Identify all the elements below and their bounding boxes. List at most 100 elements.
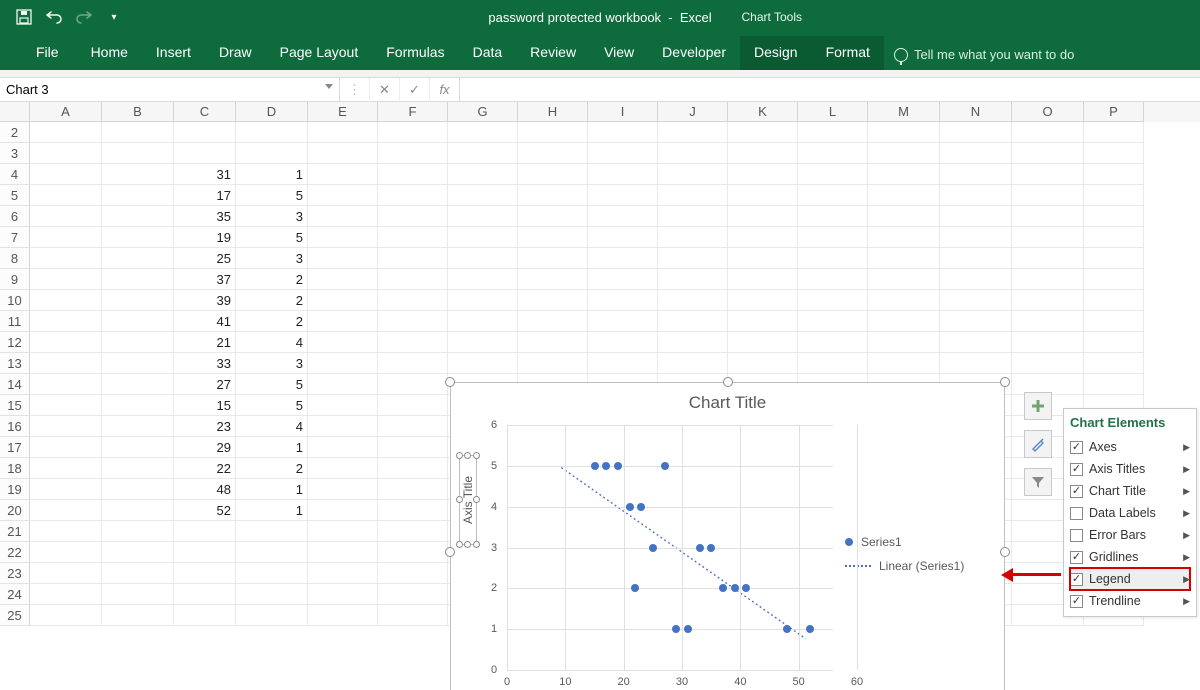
cell[interactable] — [1012, 353, 1084, 374]
cell[interactable] — [448, 206, 518, 227]
cell[interactable] — [174, 521, 236, 542]
cell[interactable] — [798, 332, 868, 353]
cell[interactable] — [236, 521, 308, 542]
cell[interactable] — [102, 332, 174, 353]
cell[interactable] — [658, 290, 728, 311]
cell[interactable] — [518, 206, 588, 227]
cell[interactable] — [940, 227, 1012, 248]
chart-filters-button[interactable] — [1024, 468, 1052, 496]
cell[interactable]: 29 — [174, 437, 236, 458]
cell[interactable] — [30, 479, 102, 500]
chart-elements-item[interactable]: Gridlines▶ — [1070, 546, 1190, 568]
cell[interactable] — [378, 290, 448, 311]
cell[interactable] — [236, 584, 308, 605]
column-header[interactable]: B — [102, 102, 174, 122]
cell[interactable] — [30, 374, 102, 395]
cell[interactable] — [30, 605, 102, 626]
column-header[interactable]: L — [798, 102, 868, 122]
cell[interactable] — [1012, 290, 1084, 311]
cell[interactable] — [868, 143, 940, 164]
cell[interactable] — [518, 332, 588, 353]
chart-elements-item[interactable]: Axis Titles▶ — [1070, 458, 1190, 480]
data-point[interactable] — [631, 584, 639, 592]
row-header[interactable]: 11 — [0, 311, 30, 332]
cell[interactable] — [728, 143, 798, 164]
checkbox[interactable] — [1070, 573, 1083, 586]
row-header[interactable]: 10 — [0, 290, 30, 311]
tab-home[interactable]: Home — [77, 36, 142, 70]
cell[interactable] — [728, 332, 798, 353]
column-header[interactable]: F — [378, 102, 448, 122]
checkbox[interactable] — [1070, 441, 1083, 454]
cell[interactable]: 48 — [174, 479, 236, 500]
submenu-arrow-icon[interactable]: ▶ — [1183, 552, 1190, 563]
cell[interactable] — [1084, 122, 1144, 143]
data-point[interactable] — [684, 625, 692, 633]
data-point[interactable] — [696, 544, 704, 552]
cell[interactable] — [798, 227, 868, 248]
cell[interactable] — [728, 227, 798, 248]
cell[interactable] — [308, 584, 378, 605]
cell[interactable] — [448, 227, 518, 248]
cell[interactable]: 1 — [236, 437, 308, 458]
column-header[interactable]: K — [728, 102, 798, 122]
row-header[interactable]: 25 — [0, 605, 30, 626]
cell[interactable] — [378, 542, 448, 563]
chart-title[interactable]: Chart Title — [451, 383, 1004, 417]
submenu-arrow-icon[interactable]: ▶ — [1183, 464, 1190, 475]
cell[interactable] — [378, 584, 448, 605]
cell[interactable] — [308, 353, 378, 374]
cell[interactable] — [308, 416, 378, 437]
row-header[interactable]: 23 — [0, 563, 30, 584]
cell[interactable]: 5 — [236, 227, 308, 248]
cell[interactable] — [378, 269, 448, 290]
more-options-icon[interactable]: ⋮ — [340, 78, 370, 102]
resize-handle[interactable] — [445, 377, 455, 387]
cell[interactable] — [868, 290, 940, 311]
cell[interactable] — [518, 290, 588, 311]
cell[interactable]: 3 — [236, 353, 308, 374]
cell[interactable] — [518, 227, 588, 248]
cell[interactable] — [518, 164, 588, 185]
cell[interactable] — [588, 206, 658, 227]
cell[interactable] — [448, 269, 518, 290]
column-header[interactable]: P — [1084, 102, 1144, 122]
cell[interactable] — [378, 143, 448, 164]
cell[interactable] — [518, 311, 588, 332]
cell[interactable] — [102, 584, 174, 605]
cell[interactable] — [30, 206, 102, 227]
cell[interactable] — [588, 164, 658, 185]
cell[interactable] — [308, 542, 378, 563]
cell[interactable]: 5 — [236, 395, 308, 416]
cell[interactable] — [1012, 206, 1084, 227]
cell[interactable] — [174, 122, 236, 143]
cell[interactable] — [102, 395, 174, 416]
cell[interactable] — [448, 185, 518, 206]
cell[interactable] — [1012, 164, 1084, 185]
cell[interactable] — [102, 185, 174, 206]
cell[interactable] — [658, 332, 728, 353]
tell-me-search[interactable]: Tell me what you want to do — [884, 39, 1084, 70]
cell[interactable] — [30, 416, 102, 437]
column-header[interactable]: J — [658, 102, 728, 122]
cell[interactable] — [1084, 227, 1144, 248]
checkbox[interactable] — [1070, 485, 1083, 498]
row-header[interactable]: 2 — [0, 122, 30, 143]
cell[interactable] — [588, 227, 658, 248]
cell[interactable] — [798, 164, 868, 185]
checkbox[interactable] — [1070, 529, 1083, 542]
column-header[interactable]: N — [940, 102, 1012, 122]
cell[interactable] — [102, 437, 174, 458]
cell[interactable]: 2 — [236, 290, 308, 311]
cell[interactable] — [102, 479, 174, 500]
cell[interactable] — [1084, 353, 1144, 374]
cell[interactable]: 37 — [174, 269, 236, 290]
cell[interactable] — [728, 164, 798, 185]
cell[interactable] — [1084, 206, 1144, 227]
cell[interactable] — [728, 269, 798, 290]
cell[interactable]: 52 — [174, 500, 236, 521]
cell[interactable] — [868, 269, 940, 290]
cell[interactable] — [30, 563, 102, 584]
cell[interactable]: 39 — [174, 290, 236, 311]
cell[interactable] — [658, 143, 728, 164]
